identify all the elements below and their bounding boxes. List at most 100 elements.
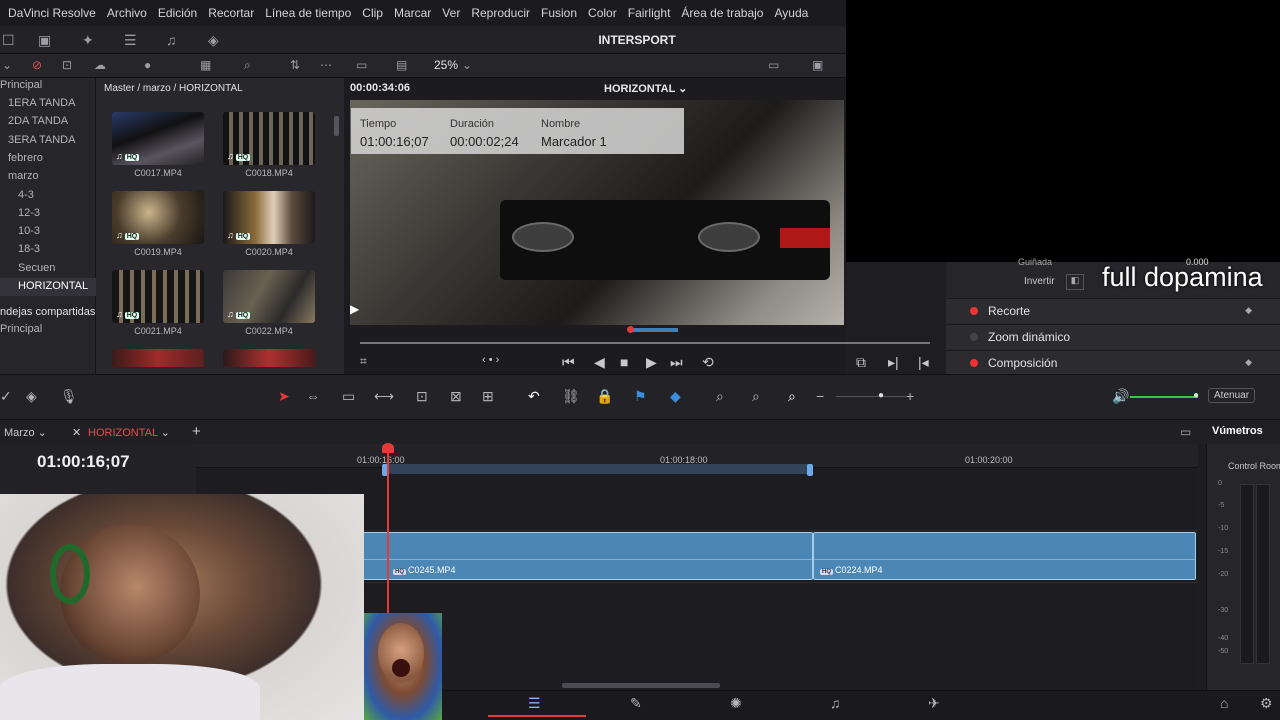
scrollbar[interactable] xyxy=(334,116,339,136)
bin-secuen[interactable]: Secuen xyxy=(18,262,55,274)
mute-button[interactable]: Atenuar xyxy=(1208,388,1256,403)
timeline-selector[interactable]: HORIZONTAL ⌄ xyxy=(604,82,687,95)
inspector-row-composicion[interactable]: Composición ◆ xyxy=(946,350,1280,375)
zoom-slider-track[interactable] xyxy=(836,396,906,397)
menu-reproducir[interactable]: Reproducir xyxy=(471,6,530,20)
bin-4-3[interactable]: 4-3 xyxy=(18,189,34,201)
fx-icon[interactable]: ◈ xyxy=(208,32,219,49)
next-edit-icon[interactable]: ▸| xyxy=(888,354,899,371)
loop-icon[interactable]: ⟲ xyxy=(702,354,714,371)
go-to-end-icon[interactable]: ⏭ xyxy=(670,354,683,371)
bin-shared-principal[interactable]: Principal xyxy=(0,323,42,335)
dual-viewer-icon[interactable]: ▤ xyxy=(396,58,407,72)
menu-clip[interactable]: Clip xyxy=(362,6,383,20)
zoom-detail-icon[interactable]: ⌕ xyxy=(752,388,760,405)
zoom-in-icon[interactable]: + xyxy=(906,388,914,404)
tab-marzo[interactable]: Marzo ⌄ xyxy=(4,426,47,439)
blade-tool-icon[interactable]: ⟷ xyxy=(374,388,394,405)
speaker-icon[interactable]: 🔊 xyxy=(1112,388,1129,405)
insert-clip-icon[interactable]: ⊡ xyxy=(416,388,428,405)
effects-icon[interactable]: ✦ xyxy=(82,32,94,49)
go-to-start-icon[interactable]: ⏮ xyxy=(562,354,575,371)
out-point-handle[interactable] xyxy=(807,464,813,476)
link-icon[interactable]: ⊘ xyxy=(32,58,42,72)
link-icon[interactable]: ⛓ xyxy=(562,388,580,405)
add-tab-icon[interactable]: + xyxy=(192,423,201,440)
clip-thumbnail-partial[interactable] xyxy=(112,349,204,367)
marker-icon[interactable]: ◆ xyxy=(670,388,681,405)
menu-ver[interactable]: Ver xyxy=(442,6,460,20)
timeline-clip[interactable]: HQ C0245.MP4 xyxy=(362,532,813,580)
lock-icon[interactable]: 🔒 xyxy=(596,388,613,405)
menu-color[interactable]: Color xyxy=(588,6,617,20)
home-icon[interactable]: ⌂ xyxy=(1220,695,1228,711)
bin-10-3[interactable]: 10-3 xyxy=(18,225,40,237)
deliver-page-icon[interactable]: ✈ xyxy=(928,695,940,712)
zoom-slider-handle[interactable]: ● xyxy=(878,390,884,401)
enable-dot[interactable] xyxy=(970,307,978,315)
playhead-marker[interactable] xyxy=(627,326,634,333)
color-page-icon[interactable]: ✺ xyxy=(730,695,742,712)
volume-slider[interactable] xyxy=(1130,396,1198,398)
zoom-full-icon[interactable]: ⌕ xyxy=(716,388,724,405)
jog-control[interactable]: ‹ • › xyxy=(482,354,499,366)
media-clip[interactable]: ♫ HQ C0018.MP4 xyxy=(223,112,315,178)
flip-horizontal-icon[interactable]: ◧ xyxy=(1066,274,1084,290)
media-clip[interactable]: ♫ HQ C0020.MP4 xyxy=(223,191,315,257)
playhead-handle[interactable] xyxy=(382,443,394,453)
keyframe-icon[interactable]: ◆ xyxy=(1245,357,1252,368)
grid-view-icon[interactable]: ▦ xyxy=(200,58,211,72)
menu-archivo[interactable]: Archivo xyxy=(107,6,147,20)
sort-icon[interactable]: ⇅ xyxy=(290,58,300,72)
play-icon[interactable]: ▶ xyxy=(646,354,657,371)
zoom-out-icon[interactable]: − xyxy=(816,388,824,404)
bin-marzo[interactable]: marzo xyxy=(8,170,39,182)
bin-12-3[interactable]: 12-3 xyxy=(18,207,40,219)
trim-tool-icon[interactable]: ⇔ xyxy=(306,388,320,404)
viewer-options-icon[interactable]: ▣ xyxy=(812,58,823,72)
bin-principal[interactable]: Principal xyxy=(0,79,42,91)
stop-icon[interactable]: ■ xyxy=(620,354,628,370)
timeline-clip[interactable]: HQ C0224.MP4 xyxy=(813,532,1196,580)
inspector-row-zoom-dinamico[interactable]: Zoom dinámico xyxy=(946,324,1280,349)
edit-index-icon[interactable]: ☰ xyxy=(124,32,137,49)
chevron-down-icon[interactable]: ⌄ xyxy=(462,58,472,72)
bin-18-3[interactable]: 18-3 xyxy=(18,243,40,255)
menu-fusion[interactable]: Fusion xyxy=(541,6,577,20)
prev-edit-icon[interactable]: |◂ xyxy=(918,354,929,371)
menu-marcar[interactable]: Marcar xyxy=(394,6,431,20)
menu-recortar[interactable]: Recortar xyxy=(208,6,254,20)
volume-slider-handle[interactable]: ● xyxy=(1193,390,1199,401)
replace-clip-icon[interactable]: ⊞ xyxy=(482,388,494,405)
panel-toggle-icon[interactable]: ☐ xyxy=(2,32,15,49)
cloud-icon[interactable]: ☁ xyxy=(94,58,106,72)
panel-layout-icon[interactable]: ▭ xyxy=(1180,425,1191,439)
close-tab-icon[interactable]: ✕ xyxy=(72,426,81,439)
bin-horizontal[interactable]: HORIZONTAL xyxy=(0,278,96,296)
menu-edicion[interactable]: Edición xyxy=(158,6,197,20)
zoom-level-dropdown[interactable]: 25% xyxy=(434,58,458,72)
enable-dot[interactable] xyxy=(970,333,978,341)
sound-library-icon[interactable]: ♫ xyxy=(166,32,177,48)
bin-3era-tanda[interactable]: 3ERA TANDA xyxy=(8,134,75,146)
selection-tool-icon[interactable]: ➤ xyxy=(278,388,290,405)
fusion-page-icon[interactable]: ✎ xyxy=(630,695,642,712)
in-out-range[interactable] xyxy=(386,464,810,474)
layers-icon[interactable]: ◈ xyxy=(26,388,37,405)
snapping-icon[interactable]: ↶ xyxy=(528,388,540,405)
zoom-custom-icon[interactable]: ⌕ xyxy=(788,388,796,405)
microphone-icon[interactable]: 🎙 xyxy=(60,388,78,405)
menu-fairlight[interactable]: Fairlight xyxy=(628,6,671,20)
overwrite-clip-icon[interactable]: ⊠ xyxy=(450,388,462,405)
thumb-size-slider[interactable]: ● xyxy=(144,58,151,72)
chevron-icon[interactable]: ✓ xyxy=(0,388,12,405)
media-clip[interactable]: ♫ HQ C0019.MP4 xyxy=(112,191,204,257)
search-icon[interactable]: ⌕ xyxy=(244,58,251,73)
viewer-mode-icon[interactable]: ▭ xyxy=(356,58,367,72)
fairlight-page-icon[interactable]: ♫ xyxy=(830,695,841,711)
bin-2da-tanda[interactable]: 2DA TANDA xyxy=(8,115,68,127)
bin-febrero[interactable]: febrero xyxy=(8,152,43,164)
chevron-down-icon[interactable]: ⌄ xyxy=(2,58,12,72)
menu-app[interactable]: DaVinci Resolve xyxy=(8,6,96,20)
transform-icon[interactable]: ⌗ xyxy=(360,354,367,369)
